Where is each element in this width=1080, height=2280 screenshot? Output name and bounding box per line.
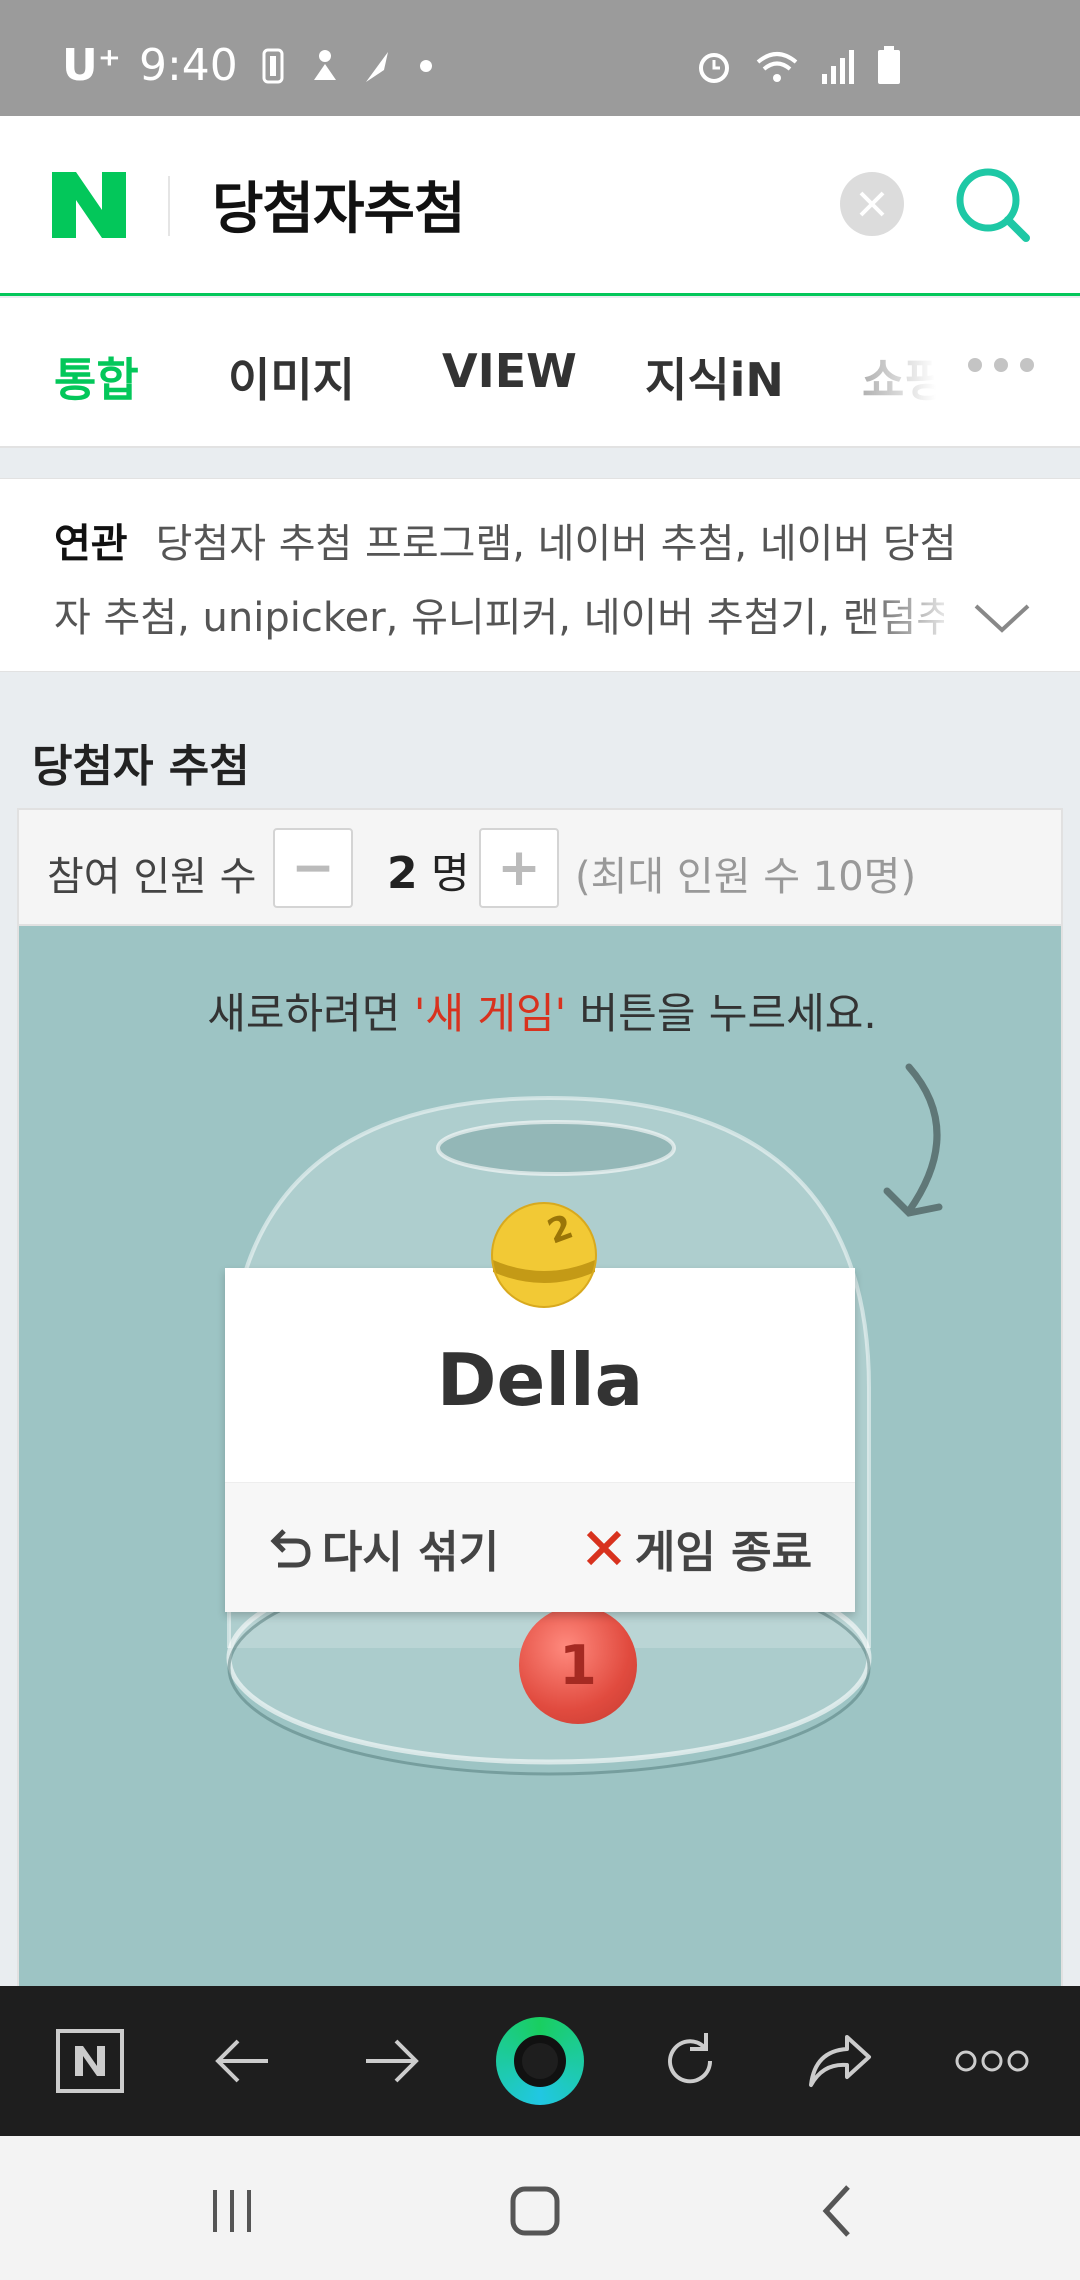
search-icon[interactable] <box>952 164 1034 246</box>
tab-view[interactable]: VIEW <box>442 344 577 398</box>
related-keywords-1[interactable]: 당첨자 추첨 프로그램, 네이버 추첨, 네이버 당첨 <box>156 521 957 567</box>
recent-apps-icon <box>213 2190 251 2232</box>
new-game-hint: 새로하려면 '새 게임' 버튼을 누르세요. <box>19 980 1061 1041</box>
more-tabs-button[interactable] <box>968 358 1034 372</box>
undo-icon <box>270 1528 311 1567</box>
tab-all[interactable]: 통합 <box>54 344 139 410</box>
alarm-icon <box>699 53 729 83</box>
close-icon <box>859 191 885 217</box>
reshuffle-label: 다시 섞기 <box>321 1526 500 1578</box>
increase-button[interactable]: + <box>479 828 559 908</box>
notification-app-icon <box>313 49 336 80</box>
naver-home-button[interactable] <box>50 2021 130 2101</box>
clock: 9:40 <box>138 40 238 91</box>
refresh-icon <box>668 2033 713 2084</box>
more-icon <box>955 2050 1029 2072</box>
tabs-fade-overlay <box>840 298 1080 446</box>
winner-name: Della <box>436 1338 644 1422</box>
close-icon <box>586 1530 621 1565</box>
chevron-down-icon[interactable] <box>972 588 1032 648</box>
signal-icon <box>822 50 854 84</box>
browser-toolbar <box>0 1986 1080 2136</box>
status-right <box>694 46 902 86</box>
naver-n-icon <box>56 2029 124 2093</box>
more-notifications-dot <box>419 59 432 72</box>
arrow-left-icon <box>215 2039 268 2083</box>
end-game-button[interactable]: 게임 종료 <box>540 1483 855 1612</box>
max-participants-note: (최대 인원 수 10명) <box>575 854 917 900</box>
green-dot-button[interactable] <box>496 2017 584 2105</box>
status-bar: U⁺ 9:40 <box>0 0 1080 116</box>
result-actions: 다시 섞기 게임 종료 <box>225 1482 855 1612</box>
naver-logo[interactable] <box>52 172 126 238</box>
participant-count: 2 명 <box>387 840 470 901</box>
hint-emphasis: '새 게임' <box>413 989 567 1038</box>
reshuffle-button[interactable]: 다시 섞기 <box>225 1483 540 1612</box>
count-value: 2 <box>387 848 418 899</box>
arrow-right-icon <box>366 2039 419 2083</box>
share-icon <box>809 2035 871 2087</box>
clear-search-button[interactable] <box>840 172 904 236</box>
nba-app-icon <box>262 48 284 83</box>
search-tabs: 통합 이미지 VIEW 지식iN 쇼핑 <box>0 298 1080 448</box>
recent-apps-button[interactable] <box>192 2176 272 2246</box>
ball-2: 2 <box>491 1202 597 1308</box>
tab-knowledge-in[interactable]: 지식iN <box>645 344 784 410</box>
share-button[interactable] <box>800 2021 880 2101</box>
related-keywords-2[interactable]: 자 추첨, unipicker, 유니피커, 네이버 추첨기, 랜덤추첨 <box>54 585 944 643</box>
tab-images[interactable]: 이미지 <box>228 344 355 410</box>
section-title: 당첨자 추첨 <box>32 741 250 792</box>
search-input[interactable]: 당첨자추첨 <box>212 164 466 245</box>
wifi-icon <box>756 52 798 82</box>
related-fade-overlay <box>860 575 960 635</box>
game-area: 새로하려면 '새 게임' 버튼을 누르세요. 1 Della 다시 섞기 게임 … <box>17 926 1063 1986</box>
related-searches: 연관 당첨자 추첨 프로그램, 네이버 추첨, 네이버 당첨 자 추첨, unip… <box>0 478 1080 672</box>
decrease-button[interactable]: − <box>273 828 353 908</box>
participants-label: 참여 인원 수 <box>47 854 257 900</box>
end-game-label: 게임 종료 <box>634 1526 813 1578</box>
home-button[interactable] <box>495 2176 575 2246</box>
back-nav-button[interactable] <box>798 2176 878 2246</box>
more-menu-button[interactable] <box>950 2021 1034 2101</box>
result-card: Della 다시 섞기 게임 종료 <box>225 1268 855 1612</box>
refresh-button[interactable] <box>650 2021 730 2101</box>
carrier-label: U⁺ <box>62 40 121 91</box>
search-header: 당첨자추첨 <box>0 116 1080 296</box>
status-left: U⁺ 9:40 <box>62 40 432 91</box>
battery-icon <box>878 46 900 84</box>
forward-button[interactable] <box>352 2021 432 2101</box>
system-navigation-bar <box>0 2136 1080 2280</box>
count-unit: 명 <box>430 849 470 898</box>
back-button[interactable] <box>202 2021 282 2101</box>
related-line-1: 연관 당첨자 추첨 프로그램, 네이버 추첨, 네이버 당첨 <box>54 511 957 569</box>
hint-text-before: 새로하려면 <box>207 989 414 1038</box>
feather-app-icon <box>365 51 388 82</box>
home-icon <box>510 2186 560 2236</box>
participant-control-bar: 참여 인원 수 − 2 명 + (최대 인원 수 10명) <box>17 808 1063 926</box>
chevron-left-icon <box>822 2185 850 2237</box>
header-divider <box>168 176 170 236</box>
hint-text-after: 버튼을 누르세요. <box>566 989 877 1038</box>
ball-1: 1 <box>519 1606 637 1724</box>
related-title: 연관 <box>54 521 128 567</box>
